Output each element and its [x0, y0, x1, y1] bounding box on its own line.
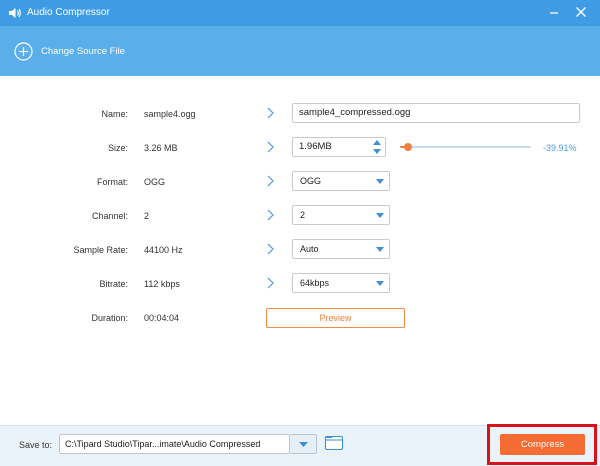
close-icon[interactable] [573, 4, 589, 20]
chevron-right-icon [267, 107, 274, 119]
channel-value: 2 [144, 211, 150, 221]
bitrate-value: 112 kbps [144, 279, 180, 289]
sample-rate-value: 44100 Hz [144, 245, 183, 255]
preview-button[interactable]: Preview [266, 308, 405, 328]
caret-down-icon [376, 281, 384, 286]
chevron-right-icon [267, 243, 274, 255]
channel-select[interactable]: 2 [292, 205, 390, 225]
folder-icon[interactable] [324, 434, 344, 452]
compress-button[interactable]: Compress [500, 434, 585, 455]
caret-down-icon [376, 213, 384, 218]
save-to-label: Save to: [19, 440, 53, 450]
bitrate-select[interactable]: 64kbps [292, 273, 390, 293]
output-name-input[interactable]: sample4_compressed.ogg [292, 103, 580, 123]
caret-down-icon [376, 247, 384, 252]
name-label: Name: [101, 109, 128, 119]
plus-circle-icon [14, 41, 33, 61]
minimize-icon[interactable] [546, 4, 562, 20]
sample-rate-label: Sample Rate: [73, 245, 128, 255]
format-value: OGG [144, 177, 166, 187]
size-percent-label: -39.91% [543, 143, 577, 153]
channel-select-value: 2 [300, 210, 306, 220]
chevron-right-icon [267, 141, 274, 153]
save-path-dropdown[interactable] [290, 434, 317, 454]
size-label: Size: [107, 143, 128, 153]
size-slider-track[interactable] [400, 146, 531, 148]
save-path-input[interactable]: C:\Tipard Studio\Tipar...imate\Audio Com… [59, 434, 290, 454]
speaker-icon [9, 8, 21, 18]
title-bar: Audio Compressor [0, 0, 600, 26]
source-bar: Change Source File [0, 26, 600, 76]
size-slider-thumb[interactable] [404, 143, 412, 151]
format-select-value: OGG [300, 176, 322, 186]
caret-down-icon [376, 179, 384, 184]
size-value: 3.26 MB [144, 143, 178, 153]
format-label: Format: [96, 177, 128, 187]
channel-label: Channel: [91, 211, 128, 221]
sample-rate-select-value: Auto [300, 244, 319, 254]
window-title: Audio Compressor [27, 7, 110, 18]
duration-value: 00:04:04 [144, 313, 180, 323]
chevron-right-icon [267, 277, 274, 289]
stepper-arrows-icon[interactable] [372, 138, 382, 156]
duration-label: Duration: [91, 313, 128, 323]
change-source-file-button[interactable]: Change Source File [14, 41, 125, 61]
chevron-right-icon [267, 209, 274, 221]
sample-rate-select[interactable]: Auto [292, 239, 390, 259]
name-value: sample4.ogg [144, 109, 196, 119]
format-select[interactable]: OGG [292, 171, 390, 191]
bitrate-label: Bitrate: [99, 279, 128, 289]
bitrate-select-value: 64kbps [300, 278, 330, 288]
chevron-right-icon [267, 175, 274, 187]
change-source-file-label: Change Source File [41, 45, 125, 57]
caret-down-icon [299, 442, 308, 447]
